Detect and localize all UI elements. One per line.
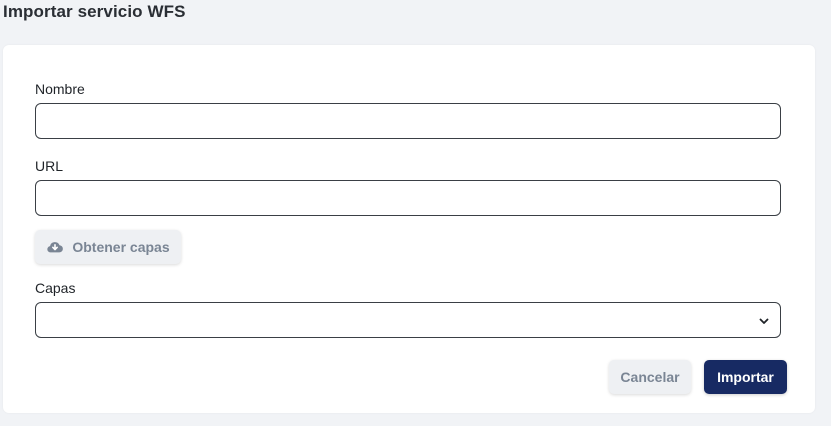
page-title: Importar servicio WFS (3, 2, 186, 21)
chevron-down-icon (758, 314, 770, 326)
import-button[interactable]: Importar (704, 360, 787, 394)
cloud-download-icon (46, 238, 64, 256)
cancel-button[interactable]: Cancelar (609, 360, 691, 394)
import-form-card: Nombre URL Obtener capas Capas Cancelar (3, 45, 815, 413)
fetch-layers-button[interactable]: Obtener capas (35, 230, 181, 264)
name-input[interactable] (35, 103, 781, 139)
url-input[interactable] (35, 180, 781, 216)
fetch-layers-label: Obtener capas (72, 239, 170, 255)
url-label: URL (35, 158, 64, 174)
name-label: Nombre (35, 81, 85, 97)
layers-label: Capas (35, 280, 76, 296)
layers-select[interactable] (35, 302, 781, 338)
import-wfs-page: Importar servicio WFS Nombre URL Obtener… (0, 0, 831, 426)
